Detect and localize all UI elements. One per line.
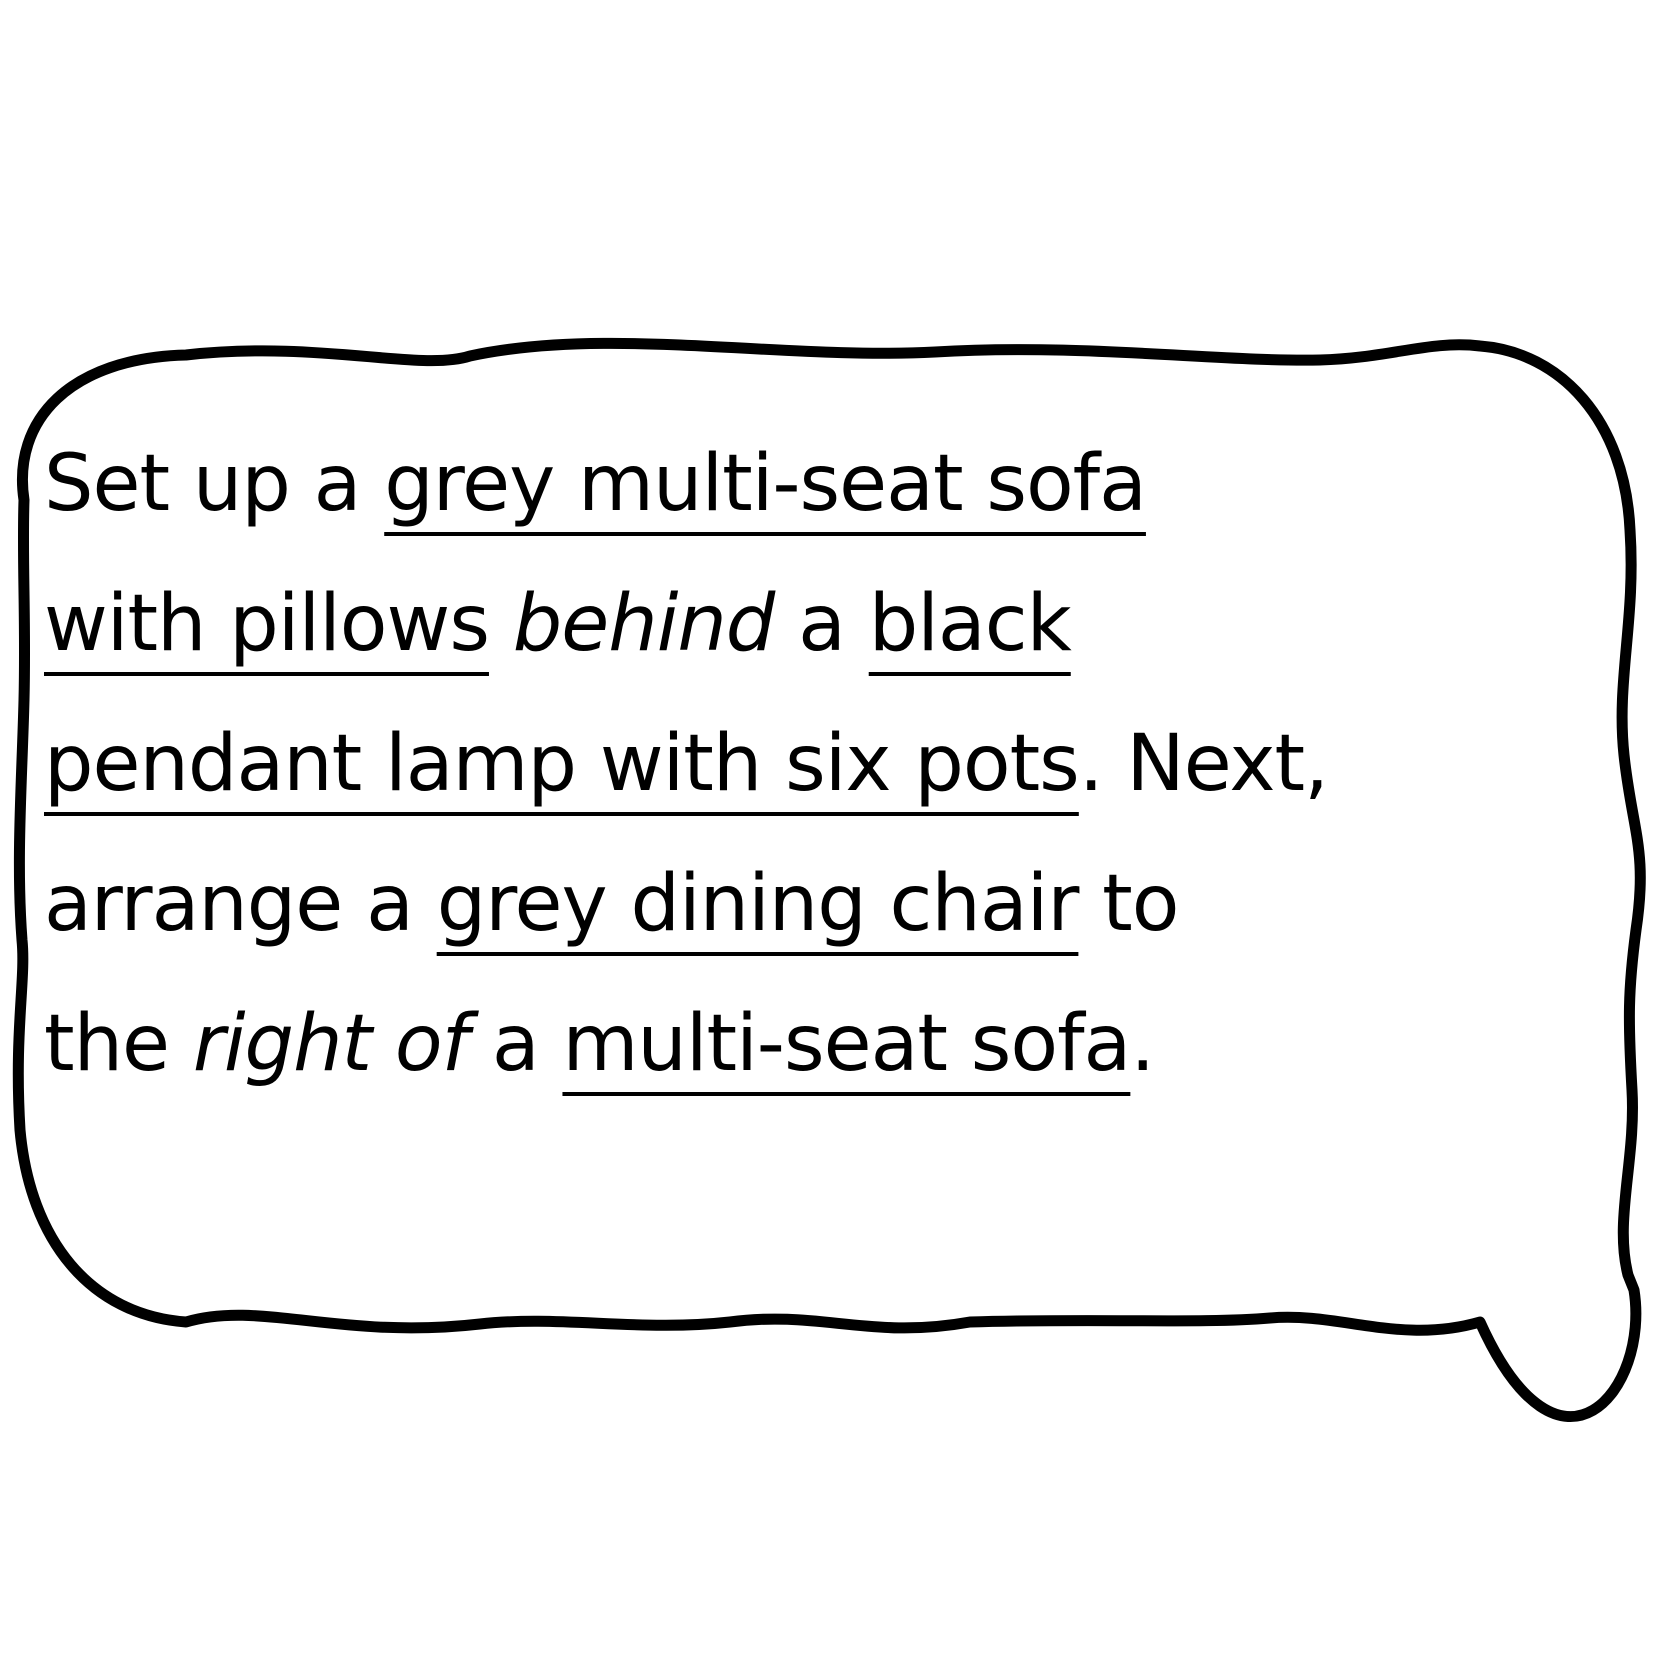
object-phrase-multi-seat-sofa: multi-seat sofa [562, 999, 1131, 1089]
caption-text: . [1130, 999, 1155, 1089]
caption-text: the [44, 999, 193, 1089]
caption-text: arrange a [44, 859, 437, 949]
caption-line-1: Set up a grey multi-seat sofa [44, 414, 1544, 554]
caption-text: a [468, 999, 563, 1089]
caption-line-3: pendant lamp with six pots. Next, [44, 694, 1544, 834]
instruction-caption: Set up a grey multi-seat sofa with pillo… [44, 414, 1544, 1114]
object-phrase-grey-dining-chair: grey dining chair [436, 859, 1080, 949]
caption-text [489, 579, 513, 669]
caption-line-2: with pillows behind a black [44, 554, 1544, 694]
caption-line-4: arrange a grey dining chair to [44, 834, 1544, 974]
object-phrase-grey-multi-seat-sofa: grey multi-seat sofa [384, 439, 1147, 529]
caption-text: . Next, [1078, 719, 1329, 809]
relation-right-of: right of [192, 999, 469, 1089]
caption-line-5: the right of a multi-seat sofa. [44, 974, 1544, 1114]
object-phrase-black: black [868, 579, 1072, 669]
object-phrase-with-pillows: with pillows [44, 579, 490, 669]
caption-text: Set up a [44, 439, 385, 529]
caption-text: to [1078, 859, 1179, 949]
caption-text: a [774, 579, 869, 669]
object-phrase-pendant-lamp: pendant lamp with six pots [44, 719, 1080, 809]
relation-behind: behind [512, 579, 776, 669]
